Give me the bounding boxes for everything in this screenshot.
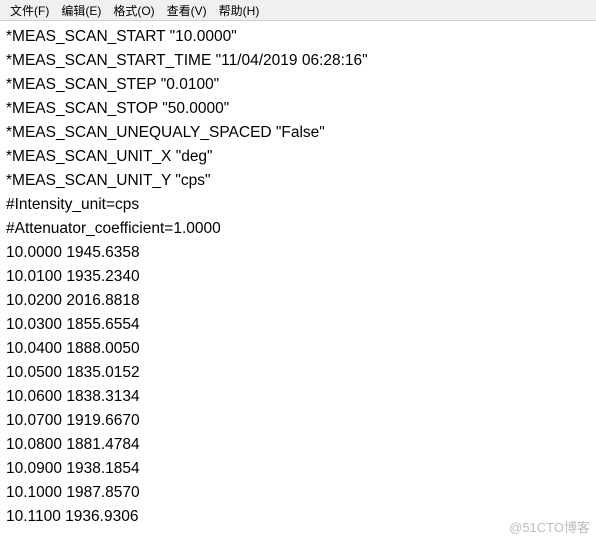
header-line: #Intensity_unit=cps [6,193,590,217]
menu-file[interactable]: 文件(F) [4,1,55,20]
data-row: 10.0500 1835.0152 [6,361,590,385]
menu-edit[interactable]: 编辑(E) [55,1,107,20]
header-line: #Attenuator_coefficient=1.0000 [6,217,590,241]
data-row: 10.1000 1987.8570 [6,481,590,505]
header-line: *MEAS_SCAN_UNIT_X "deg" [6,145,590,169]
header-line: *MEAS_SCAN_STOP "50.0000" [6,97,590,121]
data-row: 10.0200 2016.8818 [6,289,590,313]
text-content[interactable]: *MEAS_SCAN_START "10.0000"*MEAS_SCAN_STA… [0,21,596,538]
data-row: 10.0600 1838.3134 [6,385,590,409]
menu-format[interactable]: 格式(O) [107,1,160,20]
header-line: *MEAS_SCAN_START_TIME "11/04/2019 06:28:… [6,49,590,73]
data-row: 10.0800 1881.4784 [6,433,590,457]
data-row: 10.0300 1855.6554 [6,313,590,337]
menu-view[interactable]: 查看(V) [161,1,213,20]
menubar: 文件(F) 编辑(E) 格式(O) 查看(V) 帮助(H) [0,0,596,21]
data-row: 10.1100 1936.9306 [6,505,590,529]
data-row: 10.0700 1919.6670 [6,409,590,433]
content-area: *MEAS_SCAN_START "10.0000"*MEAS_SCAN_STA… [0,21,596,538]
menu-help[interactable]: 帮助(H) [213,1,266,20]
data-row: 10.0400 1888.0050 [6,337,590,361]
data-row: 10.0900 1938.1854 [6,457,590,481]
header-line: *MEAS_SCAN_START "10.0000" [6,25,590,49]
header-line: *MEAS_SCAN_UNIT_Y "cps" [6,169,590,193]
data-row: 10.0000 1945.6358 [6,241,590,265]
data-row: 10.0100 1935.2340 [6,265,590,289]
header-line: *MEAS_SCAN_STEP "0.0100" [6,73,590,97]
header-line: *MEAS_SCAN_UNEQUALY_SPACED "False" [6,121,590,145]
